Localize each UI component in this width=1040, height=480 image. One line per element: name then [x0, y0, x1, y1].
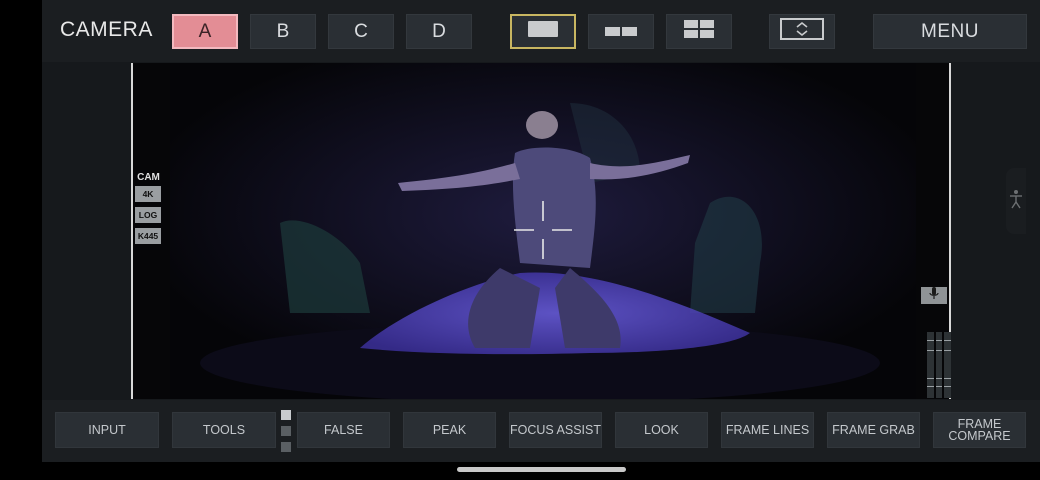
audio-meter-3 — [944, 332, 952, 398]
focus-assist-button[interactable]: FOCUS ASSIST — [509, 412, 602, 448]
single-view-icon — [528, 20, 558, 43]
dual-view-icon — [605, 21, 637, 43]
resolution-tag: 4K — [135, 186, 161, 202]
frame-compare-button[interactable]: FRAME COMPARE — [933, 412, 1026, 448]
page-dot-2[interactable] — [281, 426, 291, 436]
quad-view-icon — [684, 19, 714, 44]
audio-meter-1 — [927, 332, 934, 398]
fullscreen-toggle-button[interactable] — [769, 14, 835, 49]
app-title: CAMERA — [60, 18, 153, 41]
audio-level-meters — [927, 332, 952, 398]
look-button[interactable]: LOOK — [615, 412, 708, 448]
dual-view-button[interactable] — [588, 14, 654, 49]
home-indicator[interactable] — [457, 467, 626, 472]
page-dot-3[interactable] — [281, 442, 291, 452]
single-view-button[interactable] — [510, 14, 576, 49]
camera-c-button[interactable]: C — [328, 14, 394, 49]
tools-button[interactable]: TOOLS — [172, 412, 276, 448]
input-button[interactable]: INPUT — [55, 412, 159, 448]
camera-d-button[interactable]: D — [406, 14, 472, 49]
expand-vertical-icon — [780, 17, 824, 46]
peak-button[interactable]: PEAK — [403, 412, 496, 448]
camera-a-button[interactable]: A — [172, 14, 238, 49]
accessibility-tab[interactable] — [1006, 168, 1026, 234]
camera-preview[interactable] — [131, 63, 951, 399]
audio-mic-button[interactable] — [921, 286, 947, 305]
frame-grab-button[interactable]: FRAME GRAB — [827, 412, 920, 448]
tool-page-indicator[interactable] — [281, 410, 291, 458]
microphone-icon — [928, 286, 940, 305]
camera-b-button[interactable]: B — [250, 14, 316, 49]
quad-view-button[interactable] — [666, 14, 732, 49]
false-color-button[interactable]: FALSE — [297, 412, 390, 448]
audio-meter-2 — [935, 332, 943, 398]
menu-button[interactable]: MENU — [873, 14, 1027, 49]
page-dot-1[interactable] — [281, 410, 291, 420]
gamma-tag: LOG — [135, 207, 161, 223]
camera-info-header: CAM — [137, 172, 160, 183]
accessibility-icon — [1009, 189, 1023, 214]
camera-info-panel: CAM 4K LOG K445 — [135, 172, 162, 249]
camera-feed-image — [170, 63, 916, 399]
white-balance-tag: K445 — [135, 228, 161, 244]
frame-lines-button[interactable]: FRAME LINES — [721, 412, 814, 448]
